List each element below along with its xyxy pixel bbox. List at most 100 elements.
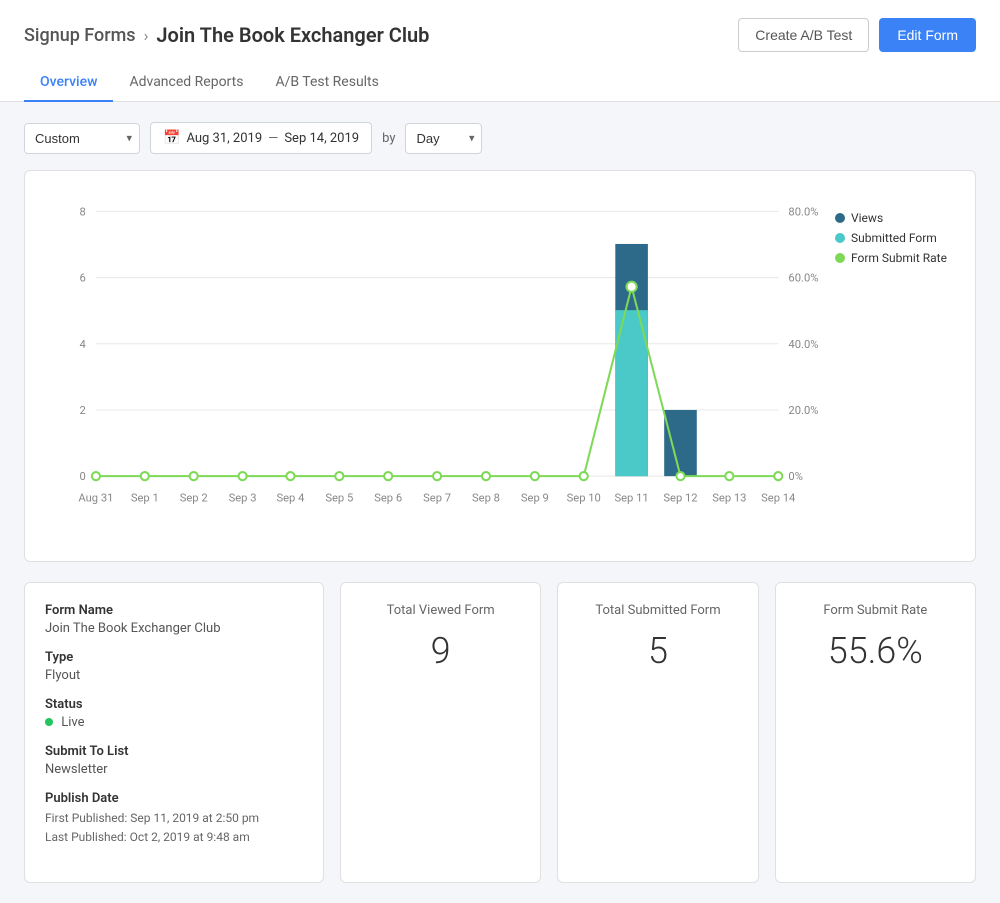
breadcrumb-arrow: › [144, 26, 149, 45]
dot-sep3 [239, 472, 247, 480]
dot-sep4 [286, 472, 294, 480]
dot-sep8 [482, 472, 490, 480]
legend-dot-rate [835, 253, 845, 263]
svg-text:4: 4 [79, 338, 86, 351]
breadcrumb-current: Join The Book Exchanger Club [156, 23, 429, 47]
edit-form-button[interactable]: Edit Form [879, 18, 976, 52]
svg-text:Sep 1: Sep 1 [131, 492, 159, 505]
svg-text:0%: 0% [788, 470, 802, 483]
legend-rate: Form Submit Rate [835, 251, 955, 265]
header-actions: Create A/B Test Edit Form [738, 18, 976, 52]
legend-label-submitted: Submitted Form [851, 231, 937, 245]
bar-views-sep12 [664, 410, 697, 476]
stats-row: Form Name Join The Book Exchanger Club T… [24, 582, 976, 882]
svg-text:Sep 8: Sep 8 [472, 492, 500, 505]
total-viewed-card: Total Viewed Form 9 [340, 582, 541, 882]
dot-sep6 [384, 472, 392, 480]
submit-to-value: Newsletter [45, 762, 303, 777]
first-published: First Published: Sep 11, 2019 at 2:50 pm [45, 809, 303, 828]
legend-views: Views [835, 211, 955, 225]
type-value: Flyout [45, 668, 303, 683]
total-viewed-value: 9 [361, 630, 520, 672]
svg-text:20.0%: 20.0% [788, 404, 818, 417]
svg-text:6: 6 [79, 272, 85, 285]
filters-bar: Custom Last 7 Days Last 30 Days This Mon… [24, 122, 976, 154]
tab-overview[interactable]: Overview [24, 64, 113, 102]
dot-sep12 [676, 472, 684, 480]
legend-dot-views [835, 213, 845, 223]
type-row: Type Flyout [45, 650, 303, 683]
dot-sep9 [531, 472, 539, 480]
date-range-picker[interactable]: 📅 Aug 31, 2019 — Sep 14, 2019 [150, 122, 372, 154]
form-submit-rate-label: Form Submit Rate [796, 603, 955, 618]
svg-text:Sep 9: Sep 9 [521, 492, 549, 505]
create-ab-test-button[interactable]: Create A/B Test [738, 18, 869, 52]
form-name-label: Form Name [45, 603, 303, 618]
svg-text:Sep 5: Sep 5 [325, 492, 353, 505]
status-text: Live [61, 715, 84, 730]
total-submitted-label: Total Submitted Form [578, 603, 737, 618]
total-submitted-card: Total Submitted Form 5 [557, 582, 758, 882]
form-name-value: Join The Book Exchanger Club [45, 621, 303, 636]
form-info-card: Form Name Join The Book Exchanger Club T… [24, 582, 324, 882]
type-label: Type [45, 650, 303, 665]
dot-sep13 [725, 472, 733, 480]
svg-text:Sep 11: Sep 11 [614, 492, 648, 505]
dot-sep5 [335, 472, 343, 480]
dot-sep7 [433, 472, 441, 480]
submit-to-label: Submit To List [45, 744, 303, 759]
breadcrumb: Signup Forms › Join The Book Exchanger C… [24, 23, 429, 47]
chart-card: .axis-label { font-size: 11px; fill: #88… [24, 170, 976, 562]
svg-text:Sep 10: Sep 10 [567, 492, 601, 505]
svg-text:80.0%: 80.0% [788, 205, 818, 218]
status-value: Live [45, 715, 303, 730]
dot-sep14 [774, 472, 782, 480]
period-select[interactable]: Custom Last 7 Days Last 30 Days This Mon… [24, 123, 140, 154]
status-label: Status [45, 697, 303, 712]
svg-text:Sep 4: Sep 4 [276, 492, 305, 505]
svg-text:Sep 7: Sep 7 [423, 492, 451, 505]
dot-sep2 [190, 472, 198, 480]
date-end: Sep 14, 2019 [284, 131, 359, 146]
svg-text:Sep 3: Sep 3 [229, 492, 257, 505]
svg-text:Sep 13: Sep 13 [712, 492, 746, 505]
main-content: Custom Last 7 Days Last 30 Days This Mon… [0, 102, 1000, 903]
publish-row: Publish Date First Published: Sep 11, 20… [45, 791, 303, 847]
period-select-wrapper[interactable]: Custom Last 7 Days Last 30 Days This Mon… [24, 123, 140, 154]
status-dot [45, 718, 53, 726]
date-start: Aug 31, 2019 [186, 131, 262, 146]
legend-dot-submitted [835, 233, 845, 243]
svg-text:40.0%: 40.0% [788, 338, 818, 351]
chart-legend: Views Submitted Form Form Submit Rate [835, 191, 955, 541]
dot-aug31 [92, 472, 100, 480]
form-submit-rate-value: 55.6% [796, 630, 955, 672]
granularity-select-wrapper[interactable]: Day Week Month [405, 123, 482, 154]
svg-text:8: 8 [79, 205, 85, 218]
svg-text:Sep 6: Sep 6 [374, 492, 402, 505]
legend-label-rate: Form Submit Rate [851, 251, 947, 265]
svg-text:Aug 31: Aug 31 [78, 492, 113, 505]
form-name-row: Form Name Join The Book Exchanger Club [45, 603, 303, 636]
page-header: Signup Forms › Join The Book Exchanger C… [0, 0, 1000, 102]
svg-text:60.0%: 60.0% [788, 272, 818, 285]
svg-text:0: 0 [79, 470, 85, 483]
svg-text:2: 2 [79, 404, 85, 417]
publish-label: Publish Date [45, 791, 303, 806]
legend-label-views: Views [851, 211, 883, 225]
by-label: by [382, 131, 395, 146]
calendar-icon: 📅 [163, 130, 180, 146]
date-separator: — [268, 131, 278, 146]
status-row: Status Live [45, 697, 303, 730]
legend-submitted: Submitted Form [835, 231, 955, 245]
tabs: Overview Advanced Reports A/B Test Resul… [24, 64, 976, 101]
granularity-select[interactable]: Day Week Month [405, 123, 482, 154]
breadcrumb-parent[interactable]: Signup Forms [24, 25, 136, 46]
tab-advanced-reports[interactable]: Advanced Reports [113, 64, 259, 102]
form-submit-rate-card: Form Submit Rate 55.6% [775, 582, 976, 882]
tab-ab-test-results[interactable]: A/B Test Results [259, 64, 394, 102]
dot-sep1 [141, 472, 149, 480]
dot-sep10 [580, 472, 588, 480]
svg-text:Sep 2: Sep 2 [180, 492, 208, 505]
submit-to-row: Submit To List Newsletter [45, 744, 303, 777]
dot-sep11 [627, 282, 637, 292]
